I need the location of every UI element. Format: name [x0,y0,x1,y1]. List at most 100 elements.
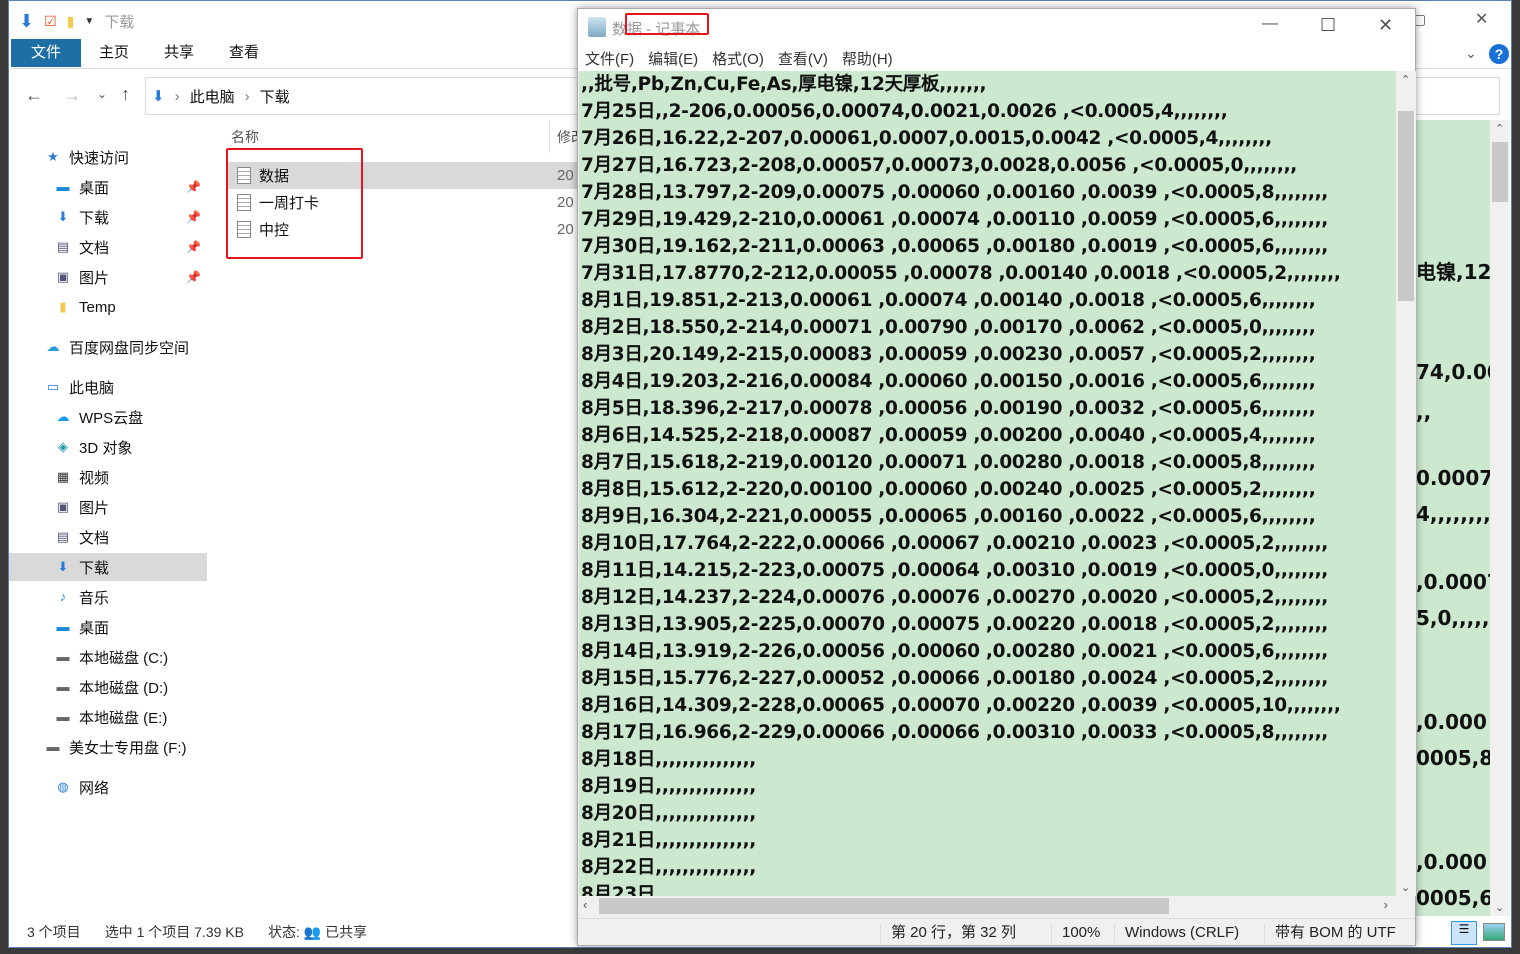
back-arrow-icon[interactable]: ← [25,85,43,106]
text-line: 7月25日,,2-206,0.00056,0.00074,0.0021,0.00… [581,101,1228,122]
sidebar-item-label: 百度网盘同步空间 [69,339,190,357]
text-fragment: ,, [1416,400,1432,424]
maximize-button[interactable]: ☐ [1320,15,1336,36]
text-line: 8月10日,17.764,2-222,0.00066 ,0.00067 ,0.0… [581,533,1329,554]
state-value: 已共享 [325,924,368,940]
tab-view[interactable]: 查看 [213,39,275,67]
notepad-text-area[interactable]: ,,批号,Pb,Zn,Cu,Fe,As,厚电镍,12天厚板,,,,,,, 7月25… [579,71,1396,896]
sidebar-item[interactable]: ▮ Temp [9,293,207,321]
text-line: 8月7日,15.618,2-219,0.00120 ,0.00071 ,0.00… [581,452,1316,473]
background-notepad-scrollbar[interactable]: ⌃ ⌄ [1490,120,1510,916]
file-date: 20 [557,167,574,184]
text-line: 8月13日,13.905,2-225,0.00070 ,0.00075 ,0.0… [581,614,1329,635]
sidebar-item[interactable]: ▣ 图片 [9,493,207,521]
sidebar-item[interactable]: ♪ 音乐 [9,583,207,611]
text-line: 8月6日,14.525,2-218,0.00087 ,0.00059 ,0.00… [581,425,1316,446]
horizontal-scroll-thumb[interactable] [599,898,1169,914]
text-line: 8月8日,15.612,2-220,0.00100 ,0.00060 ,0.00… [581,479,1316,500]
download-icon: ⬇ [57,559,69,574]
minimize-button[interactable]: — [1262,15,1278,33]
menu-item[interactable]: 格式(O) [712,48,764,69]
text-fragment: 电镍,12 [1416,260,1490,284]
customize-dropdown-icon[interactable]: ▼ [84,16,94,27]
notepad-status-bar: 第 20 行，第 32 列 100% Windows (CRLF) 带有 BOM… [578,918,1415,946]
text-line: 8月2日,18.550,2-214,0.00071 ,0.00790 ,0.00… [581,317,1316,338]
selection-info: 选中 1 个项目 7.39 KB [104,924,244,940]
sidebar-item[interactable]: ⬇ 下载 📌 [9,203,207,231]
window-title: 下载 [104,13,135,31]
forward-arrow-icon[interactable]: → [63,85,81,106]
vertical-scroll-thumb[interactable] [1398,111,1414,301]
sidebar-item[interactable]: ☁ WPS云盘 [9,403,207,431]
menu-item[interactable]: 编辑(E) [648,48,698,69]
shared-users-icon: 👥 [303,924,322,940]
file-date: 20 [557,221,574,238]
sidebar-item[interactable]: ▤ 文档 📌 [9,233,207,261]
scroll-left-icon[interactable]: ‹ [583,897,587,912]
breadcrumb-this-pc[interactable]: 此电脑 [190,86,235,107]
pin-icon[interactable]: 📌 [186,270,201,284]
close-button-explorer[interactable]: ✕ [1475,9,1488,29]
text-line: 8月18日,,,,,,,,,,,,,,, [581,749,757,770]
sidebar-item[interactable]: ▦ 视频 [9,463,207,491]
sidebar-item[interactable]: ▬ 本地磁盘 (E:) [9,703,207,731]
text-line: 8月1日,19.851,2-213,0.00061 ,0.00074 ,0.00… [581,290,1316,311]
pin-icon[interactable]: 📌 [186,240,201,254]
scroll-up-icon[interactable]: ⌃ [1401,73,1410,86]
tab-share[interactable]: 共享 [148,39,210,67]
tab-file[interactable]: 文件 [11,39,81,67]
network-icon: ◍ [57,779,69,794]
sidebar-item[interactable]: ⬇ 下载 [9,553,207,581]
sidebar-item-label: Temp [79,298,116,316]
download-icon: ⬇ [57,209,69,224]
sidebar-item[interactable]: ▣ 图片 📌 [9,263,207,291]
sidebar-item[interactable]: ▤ 文档 [9,523,207,551]
text-line: 7月26日,16.22,2-207,0.00061,0.0007,0.0015,… [581,128,1272,149]
details-view-button[interactable]: ☰ [1451,921,1477,945]
vertical-scrollbar[interactable]: ⌃ ⌄ [1396,71,1416,896]
sidebar-item[interactable]: ▬ 桌面 📌 [9,173,207,201]
sidebar-item[interactable]: ▭ 此电脑 [9,373,207,401]
sidebar-item-label: 文档 [79,529,110,547]
sidebar-item[interactable]: ▬ 本地磁盘 (D:) [9,673,207,701]
notepad-icon [588,17,606,37]
menu-item[interactable]: 文件(F) [585,48,634,69]
desktop-icon: ▬ [56,619,70,634]
sidebar-item[interactable]: ☁ 百度网盘同步空间 [9,333,207,361]
scroll-down-icon[interactable]: ⌄ [1401,881,1410,894]
pin-icon[interactable]: 📌 [186,180,201,194]
pin-icon[interactable]: 📌 [186,210,201,224]
close-button[interactable]: ✕ [1378,15,1393,36]
text-line: 7月28日,13.797,2-209,0.00075 ,0.00060 ,0.0… [581,182,1329,203]
highlight-box-title [625,13,709,35]
up-arrow-icon[interactable]: ↑ [121,84,130,105]
sidebar-item[interactable]: ▬ 美女士专用盘 (F:) [9,733,207,761]
properties-icon[interactable]: ☑ [44,13,57,30]
folder-icon: ▮ [59,299,67,314]
download-folder-icon: ⬇ [152,88,165,105]
sidebar-item[interactable]: ◈ 3D 对象 [9,433,207,461]
text-line: 8月20日,,,,,,,,,,,,,,, [581,803,757,824]
sidebar-item-label: 快速访问 [69,149,130,167]
cloud-icon: ☁ [56,409,70,424]
scroll-right-icon[interactable]: › [1384,897,1388,912]
column-header-name[interactable]: 名称 [231,127,259,147]
menu-item[interactable]: 帮助(H) [842,48,893,69]
sidebar-item-label: 本地磁盘 (C:) [79,649,169,667]
drive-icon: ▬ [46,739,60,754]
horizontal-scrollbar[interactable]: ‹ › [579,896,1396,916]
sidebar-item[interactable]: ▬ 本地磁盘 (C:) [9,643,207,671]
sidebar-item[interactable]: ◍ 网络 [9,773,207,801]
sidebar-item[interactable]: ★ 快速访问 [9,143,207,171]
tab-home[interactable]: 主页 [83,39,145,67]
sidebar-item[interactable]: ▬ 桌面 [9,613,207,641]
text-line: 8月14日,13.919,2-226,0.00056 ,0.00060 ,0.0… [581,641,1329,662]
large-icons-view-button[interactable] [1483,923,1505,941]
menu-item[interactable]: 查看(V) [778,48,828,69]
recent-locations-icon[interactable]: ⌄ [97,87,107,101]
new-folder-icon[interactable]: ▮ [67,13,75,30]
breadcrumb-downloads[interactable]: 下载 [260,86,290,107]
download-arrow-icon[interactable]: ⬇ [19,11,34,32]
sidebar-item-label: 图片 [79,499,110,517]
text-fragment: 0005,8, [1416,746,1490,770]
